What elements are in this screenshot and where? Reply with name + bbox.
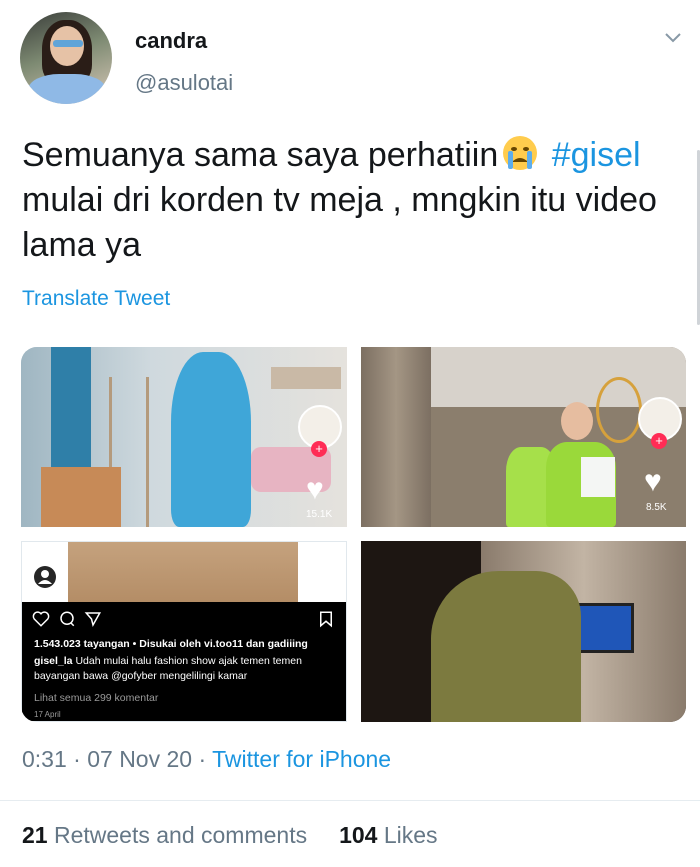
plus-icon[interactable]: +: [311, 441, 327, 457]
tweet-text-part2: mulai dri korden tv meja , mngkin itu vi…: [22, 181, 657, 264]
person-in-blue-dress: [171, 352, 251, 527]
tweet-stats: 21 Retweets and comments 104 Likes: [22, 822, 438, 849]
tiktok-like-count: 8.5K: [646, 502, 667, 513]
plus-icon[interactable]: +: [651, 433, 667, 449]
cabinet: [41, 467, 121, 527]
media-video-still[interactable]: [361, 541, 686, 722]
media-instagram-screenshot[interactable]: 1.543.023 tayangan • Disukai oleh vi.too…: [21, 541, 347, 722]
instagram-info-panel: 1.543.023 tayangan • Disukai oleh vi.too…: [22, 602, 346, 721]
person-head: [561, 402, 593, 440]
instagram-bookmark-icon[interactable]: [317, 610, 335, 628]
user-placeholder-icon: [34, 566, 56, 588]
tweet-date: 07 Nov 20: [87, 746, 193, 772]
floor-image: [68, 542, 298, 602]
instagram-share-icon[interactable]: [84, 610, 102, 628]
patterned-clothing: [431, 571, 581, 722]
tweet-source-link[interactable]: Twitter for iPhone: [212, 746, 391, 772]
tweet-text: Semuanya sama saya perhatiin #gisel mula…: [22, 132, 692, 268]
media-grid: + ♥ 15.1K + ♥ 8.5K 1.543.023 tayangan • …: [21, 347, 686, 722]
author-name[interactable]: candra: [135, 28, 207, 54]
tweet-metadata: 0:31 · 07 Nov 20 · Twitter for iPhone: [22, 746, 391, 773]
heart-icon[interactable]: ♥: [306, 475, 324, 505]
retweets-stat[interactable]: 21 Retweets and comments: [22, 822, 307, 848]
separator: ·: [198, 746, 207, 772]
avatar-shirt: [28, 74, 106, 104]
retweets-label: Retweets and comments: [53, 822, 308, 848]
picture-frames: [271, 367, 341, 389]
likes-stat[interactable]: 104 Likes: [339, 822, 437, 848]
instagram-comments-link: Lihat semua 299 komentar: [34, 692, 159, 704]
heart-icon[interactable]: ♥: [644, 467, 662, 497]
chevron-down-icon[interactable]: [664, 30, 682, 44]
likes-label: Likes: [383, 822, 438, 848]
instagram-caption: gisel_la Udah mulai halu fashion show aj…: [34, 654, 334, 684]
media-tiktok-video-2[interactable]: + ♥ 8.5K: [361, 347, 686, 527]
likes-count: 104: [339, 822, 378, 848]
separator: ·: [73, 746, 81, 772]
tweet-time: 0:31: [22, 746, 67, 772]
avatar[interactable]: [20, 12, 112, 104]
curtain: [361, 347, 431, 527]
media-tiktok-video-1[interactable]: + ♥ 15.1K: [21, 347, 347, 527]
retweets-count: 21: [22, 822, 48, 848]
chandelier: [596, 377, 642, 443]
hashtag-link[interactable]: #gisel: [552, 136, 641, 174]
instagram-caption-user: gisel_la: [34, 655, 73, 667]
avatar-glasses: [53, 40, 83, 47]
translate-tweet-link[interactable]: Translate Tweet: [22, 287, 170, 311]
tweet-text-part1: Semuanya sama saya perhatiin: [22, 136, 499, 174]
paper-sign: [581, 457, 615, 497]
instagram-heart-icon[interactable]: [32, 610, 50, 628]
tiktok-like-count: 15.1K: [306, 509, 333, 520]
instagram-comment-icon[interactable]: [58, 610, 76, 628]
author-handle[interactable]: @asulotai: [135, 70, 233, 96]
instagram-caption-text: Udah mulai halu fashion show ajak temen …: [34, 655, 302, 682]
instagram-view-stats: 1.543.023 tayangan • Disukai oleh vi.too…: [34, 638, 308, 650]
divider: [0, 800, 700, 801]
crying-face-emoji: [503, 136, 538, 170]
instagram-post-date: 17 April: [34, 710, 61, 719]
